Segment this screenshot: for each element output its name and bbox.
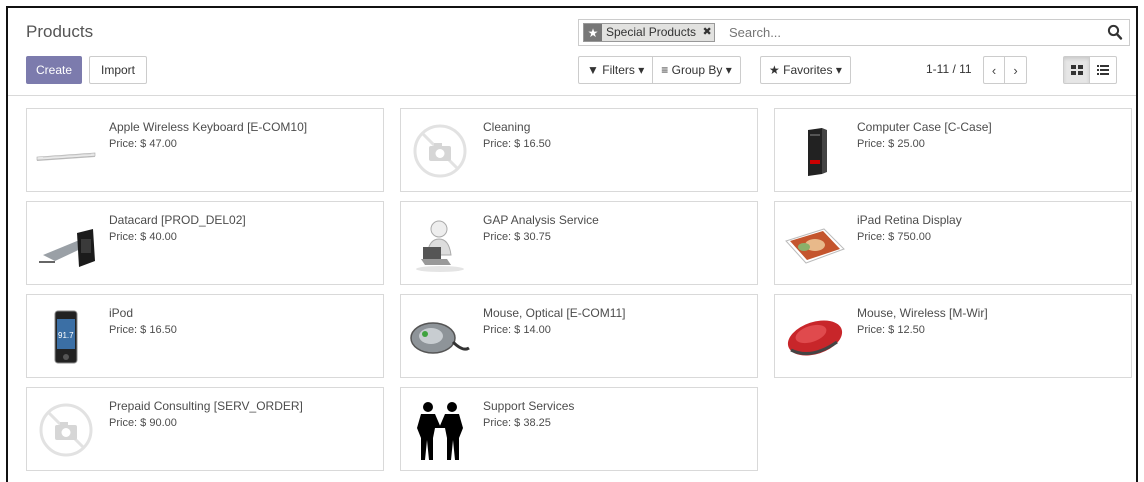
datacard-image: [33, 212, 99, 276]
caret-down-icon: ▾: [638, 63, 645, 77]
product-price: Price: $ 16.50: [109, 324, 177, 336]
caret-down-icon: ▾: [725, 63, 732, 77]
product-card[interactable]: Support Services Price: $ 38.25: [400, 387, 758, 471]
product-card[interactable]: 91.7 iPod Price: $ 16.50: [26, 294, 384, 378]
product-name: Datacard [PROD_DEL02]: [109, 213, 246, 227]
product-price: Price: $ 47.00: [109, 138, 177, 150]
product-name: Support Services: [483, 399, 575, 413]
product-card[interactable]: iPad Retina Display Price: $ 750.00: [774, 201, 1132, 285]
control-panel: Products Create Import ★ Special Product…: [8, 8, 1136, 96]
close-icon[interactable]: ✖: [700, 24, 714, 41]
search-icon[interactable]: [1107, 24, 1123, 41]
handshake-image: [407, 398, 473, 462]
no-image-placeholder-icon: [407, 119, 473, 183]
product-price: Price: $ 40.00: [109, 231, 177, 243]
list-view-icon[interactable]: [1090, 57, 1116, 83]
star-icon: ★: [769, 63, 780, 77]
product-card[interactable]: GAP Analysis Service Price: $ 30.75: [400, 201, 758, 285]
product-card[interactable]: Prepaid Consulting [SERV_ORDER] Price: $…: [26, 387, 384, 471]
product-name: Computer Case [C-Case]: [857, 120, 992, 134]
chevron-right-icon[interactable]: ›: [1005, 57, 1026, 83]
product-price: Price: $ 90.00: [109, 417, 177, 429]
create-button[interactable]: Create: [26, 56, 82, 84]
product-name: Mouse, Wireless [M-Wir]: [857, 306, 988, 320]
product-name: iPod: [109, 306, 134, 320]
product-card[interactable]: Mouse, Optical [E-COM11] Price: $ 14.00: [400, 294, 758, 378]
product-card[interactable]: Mouse, Wireless [M-Wir] Price: $ 12.50: [774, 294, 1132, 378]
product-name: Mouse, Optical [E-COM11]: [483, 306, 626, 320]
group-by-dropdown[interactable]: ≡ Group By ▾: [653, 57, 739, 83]
search-options: ▼ Filters ▾ ≡ Group By ▾: [578, 56, 741, 84]
filter-icon: ▼: [587, 63, 599, 77]
optical-mouse-image: [407, 305, 473, 369]
product-card[interactable]: Apple Wireless Keyboard [E-COM10] Price:…: [26, 108, 384, 192]
ipad-image: [781, 212, 847, 276]
star-icon: ★: [584, 24, 602, 41]
product-name: Apple Wireless Keyboard [E-COM10]: [109, 120, 308, 134]
product-name: iPad Retina Display: [857, 213, 962, 227]
favorites-dropdown[interactable]: ★ Favorites ▾: [761, 57, 850, 83]
product-name: Cleaning: [483, 120, 531, 134]
product-name: GAP Analysis Service: [483, 213, 599, 227]
product-card[interactable]: Cleaning Price: $ 16.50: [400, 108, 758, 192]
product-price: Price: $ 16.50: [483, 138, 551, 150]
page-title: Products: [26, 22, 94, 41]
search-bar: ★ Special Products ✖: [578, 19, 1130, 46]
search-facet[interactable]: ★ Special Products ✖: [583, 23, 716, 42]
pager-value[interactable]: 1-11 / 11: [926, 62, 972, 76]
product-card[interactable]: Computer Case [C-Case] Price: $ 25.00: [774, 108, 1132, 192]
filters-dropdown[interactable]: ▼ Filters ▾: [579, 57, 654, 83]
product-card[interactable]: Datacard [PROD_DEL02] Price: $ 40.00: [26, 201, 384, 285]
product-price: Price: $ 25.00: [857, 138, 925, 150]
search-input[interactable]: [729, 23, 1089, 42]
product-price: Price: $ 750.00: [857, 231, 931, 243]
product-name: Prepaid Consulting [SERV_ORDER]: [109, 399, 303, 413]
svg-text:91.7: 91.7: [58, 331, 74, 340]
keyboard-image: [33, 119, 99, 183]
caret-down-icon: ▾: [835, 63, 842, 77]
pager-nav: ‹ ›: [983, 56, 1027, 84]
import-button[interactable]: Import: [89, 56, 147, 84]
wireless-mouse-image: [781, 305, 847, 369]
bars-icon: ≡: [661, 63, 669, 77]
ipod-image: 91.7: [33, 305, 99, 369]
product-price: Price: $ 14.00: [483, 324, 551, 336]
chevron-left-icon[interactable]: ‹: [984, 57, 1005, 83]
view-switcher: [1063, 56, 1117, 84]
favorites-group: ★ Favorites ▾: [760, 56, 851, 84]
product-price: Price: $ 38.25: [483, 417, 551, 429]
app-window: Products Create Import ★ Special Product…: [6, 6, 1138, 482]
gap-analysis-image: [407, 212, 473, 276]
computer-case-image: [781, 119, 847, 183]
product-price: Price: $ 12.50: [857, 324, 925, 336]
kanban-view-icon[interactable]: [1064, 57, 1090, 83]
no-image-placeholder-icon: [33, 398, 99, 462]
facet-label: Special Products: [606, 25, 697, 39]
product-price: Price: $ 30.75: [483, 231, 551, 243]
